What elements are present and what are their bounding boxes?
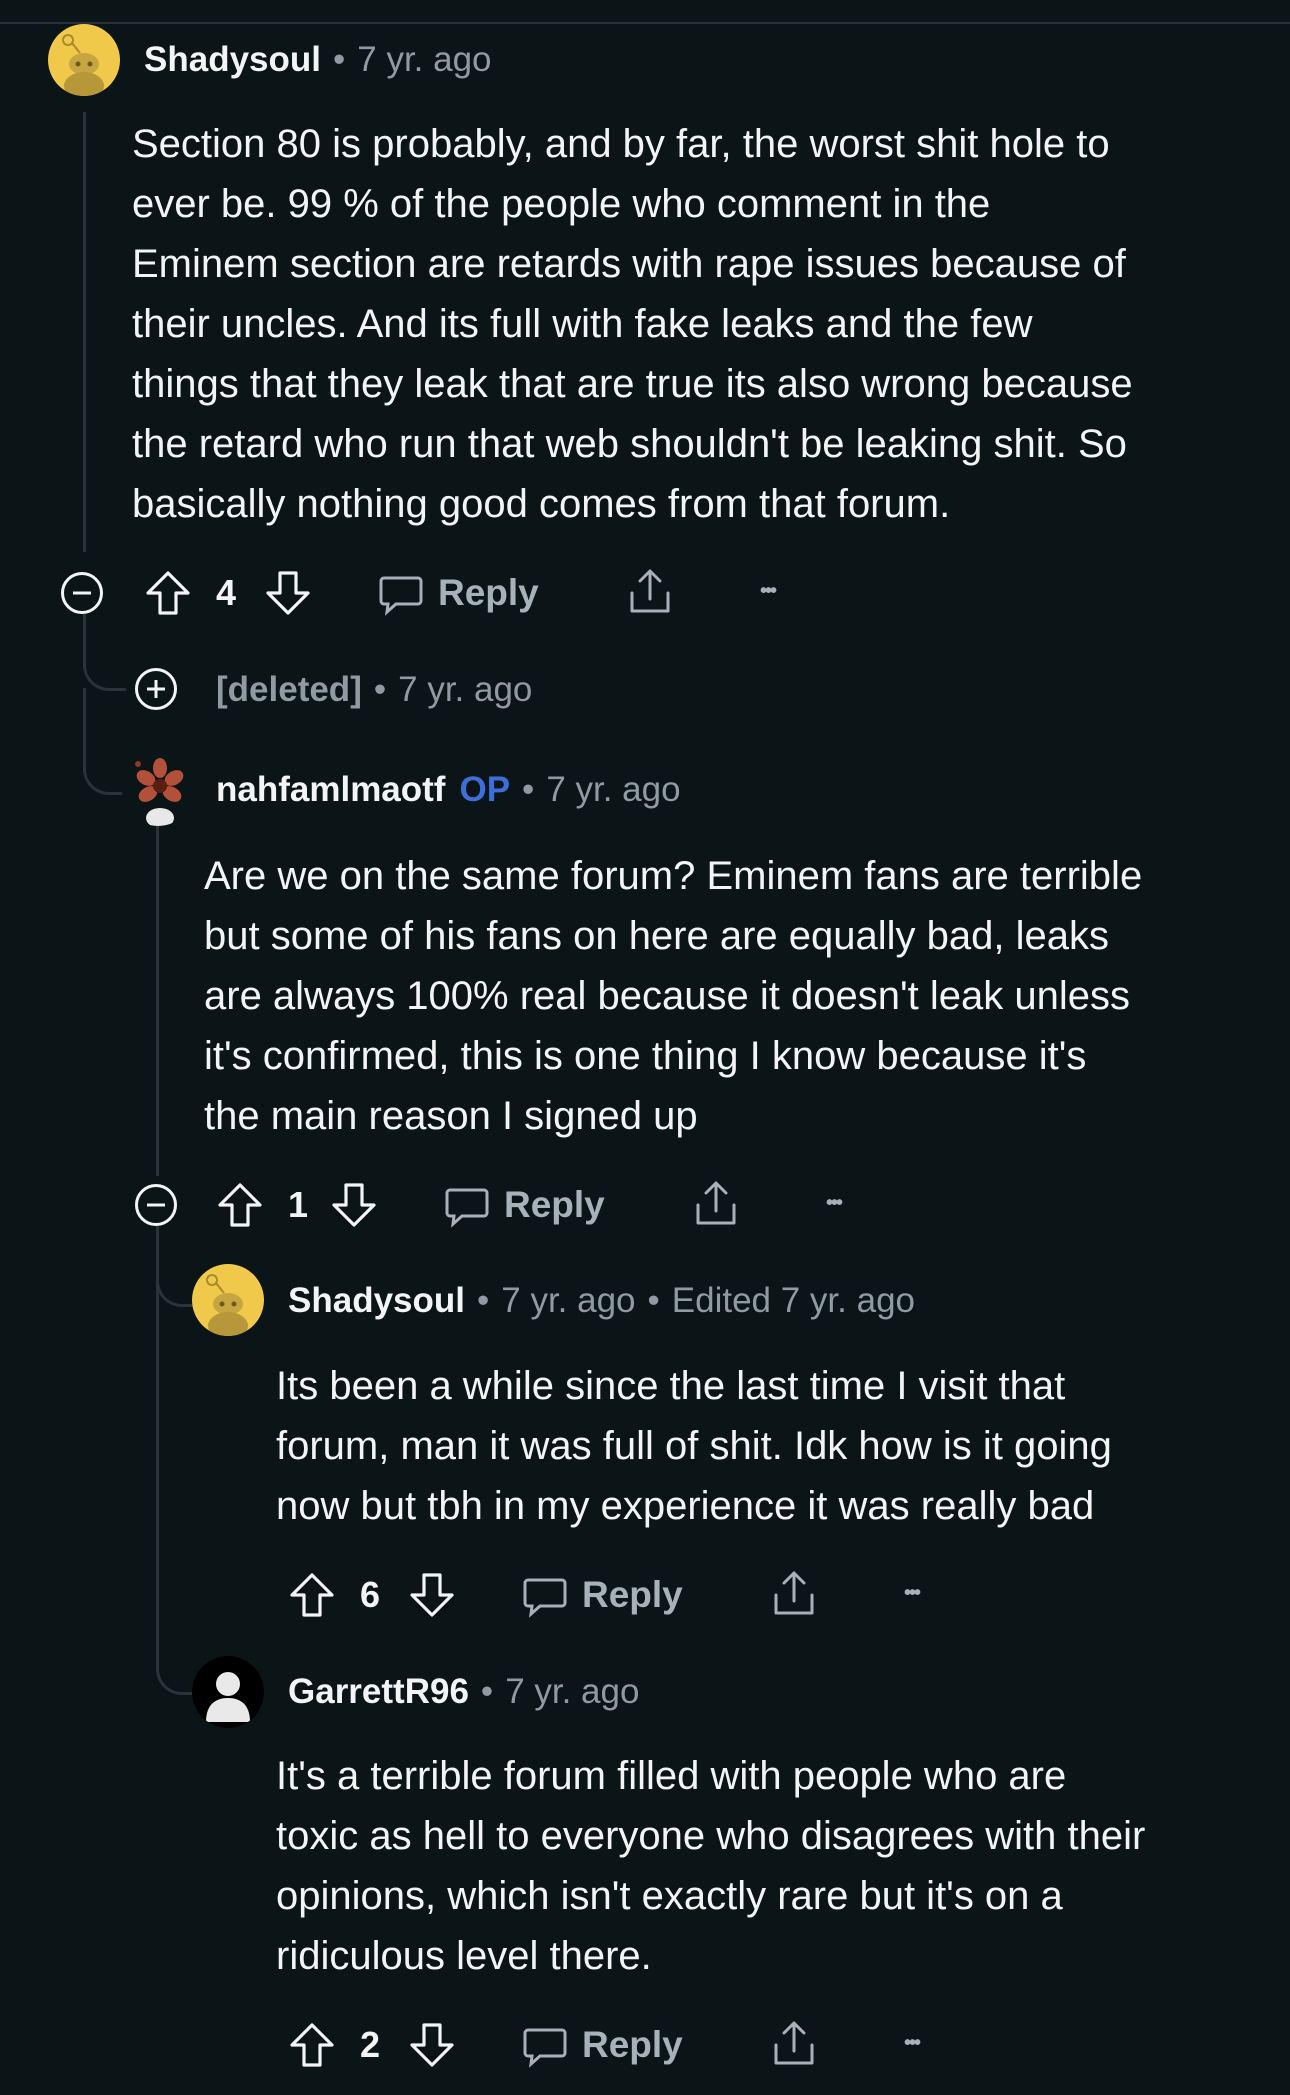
more-options-button[interactable]: ••• bbox=[826, 1173, 843, 1233]
share-button[interactable] bbox=[770, 2019, 818, 2069]
share-button[interactable] bbox=[770, 1569, 818, 1619]
comment-meta: nahfamlmaotf OP • 7 yr. ago bbox=[216, 768, 681, 812]
thread-line-1 bbox=[83, 112, 86, 552]
downvote-button[interactable] bbox=[330, 1181, 378, 1229]
reply-label: Reply bbox=[582, 2024, 683, 2065]
thread-line-2 bbox=[156, 826, 159, 1176]
comment-meta: GarrettR96 • 7 yr. ago bbox=[288, 1670, 639, 1714]
reply-button[interactable]: Reply bbox=[522, 2015, 683, 2075]
separator-dot: • bbox=[332, 40, 346, 79]
upvote-arrow-icon bbox=[290, 2023, 334, 2067]
downvote-arrow-icon bbox=[410, 1573, 454, 1617]
top-divider bbox=[0, 22, 1290, 24]
more-options-button[interactable]: ••• bbox=[760, 561, 777, 621]
vote-count: 1 bbox=[288, 1184, 309, 1225]
upvote-arrow-icon bbox=[218, 1183, 262, 1227]
timestamp[interactable]: 7 yr. ago bbox=[398, 668, 532, 712]
comment-actions: 4 Reply ••• bbox=[0, 563, 1290, 623]
separator-dot: • bbox=[480, 1672, 494, 1711]
demogorgon-avatar-icon bbox=[135, 758, 184, 826]
upvote-button[interactable] bbox=[144, 569, 192, 617]
share-icon bbox=[696, 1181, 736, 1225]
share-icon bbox=[630, 569, 670, 613]
vote-count: 4 bbox=[216, 572, 237, 613]
upvote-button[interactable] bbox=[288, 1571, 336, 1619]
comment-meta: Shadysoul • 7 yr. ago • Edited 7 yr. ago bbox=[288, 1279, 915, 1323]
timestamp[interactable]: 7 yr. ago bbox=[505, 1670, 639, 1714]
op-badge: OP bbox=[459, 770, 511, 809]
edited-timestamp: Edited 7 yr. ago bbox=[671, 1281, 916, 1320]
comment-actions: 6 Reply ••• bbox=[0, 1565, 1290, 1625]
default-user-avatar-icon bbox=[206, 1672, 250, 1722]
comment-body: Are we on the same forum? Eminem fans ar… bbox=[204, 854, 1143, 1138]
share-button[interactable] bbox=[626, 567, 674, 617]
downvote-button[interactable] bbox=[408, 2021, 456, 2069]
reply-label: Reply bbox=[504, 1184, 605, 1225]
avatar[interactable] bbox=[192, 1656, 264, 1728]
separator-dot: • bbox=[373, 670, 387, 709]
reply-label: Reply bbox=[438, 572, 539, 613]
comment-bubble-icon bbox=[445, 1188, 489, 1228]
separator-dot: • bbox=[476, 1281, 490, 1320]
more-options-button[interactable]: ••• bbox=[904, 1563, 921, 1623]
timestamp[interactable]: 7 yr. ago bbox=[546, 768, 680, 812]
comment-body: Section 80 is probably, and by far, the … bbox=[132, 122, 1133, 526]
username[interactable]: nahfamlmaotf bbox=[216, 768, 445, 812]
upvote-arrow-icon bbox=[290, 1573, 334, 1617]
comment-body: Its been a while since the last time I v… bbox=[276, 1364, 1112, 1528]
comment-actions: 2 Reply ••• bbox=[0, 2015, 1290, 2075]
separator-dot: • bbox=[522, 770, 535, 809]
reply-button[interactable]: Reply bbox=[522, 1565, 683, 1625]
upvote-button[interactable] bbox=[216, 1181, 264, 1229]
downvote-button[interactable] bbox=[408, 1571, 456, 1619]
separator-dot: • bbox=[647, 1281, 660, 1320]
downvote-button[interactable] bbox=[264, 569, 312, 617]
timestamp[interactable]: 7 yr. ago bbox=[357, 38, 491, 82]
snoo-avatar-icon bbox=[206, 1274, 248, 1336]
avatar[interactable] bbox=[192, 1264, 264, 1336]
reply-label: Reply bbox=[582, 1574, 683, 1615]
expand-plus-icon bbox=[135, 668, 177, 710]
comment-bubble-icon bbox=[523, 2028, 567, 2068]
reply-button[interactable]: Reply bbox=[378, 563, 539, 623]
avatar[interactable] bbox=[122, 754, 194, 826]
vote-count: 6 bbox=[360, 1574, 381, 1615]
thread-branch-reply-2 bbox=[83, 688, 126, 795]
username[interactable]: GarrettR96 bbox=[288, 1670, 469, 1714]
comment-meta-deleted: [deleted] • 7 yr. ago bbox=[216, 668, 532, 712]
share-icon bbox=[774, 2021, 814, 2065]
comment-meta: Shadysoul • 7 yr. ago bbox=[144, 38, 492, 82]
share-icon bbox=[774, 1571, 814, 1615]
thread-branch-reply-3 bbox=[156, 1226, 195, 1307]
comment-body: It's a terrible forum filled with people… bbox=[276, 1754, 1146, 1978]
comment-actions: 1 Reply ••• bbox=[0, 1175, 1290, 1235]
share-button[interactable] bbox=[692, 1179, 740, 1229]
upvote-button[interactable] bbox=[288, 2021, 336, 2069]
comment-bubble-icon bbox=[379, 576, 423, 616]
reply-button[interactable]: Reply bbox=[444, 1175, 605, 1235]
username-deleted: [deleted] bbox=[216, 670, 362, 709]
more-options-button[interactable]: ••• bbox=[904, 2013, 921, 2073]
comment-bubble-icon bbox=[523, 1578, 567, 1618]
vote-count: 2 bbox=[360, 2024, 381, 2065]
username[interactable]: Shadysoul bbox=[288, 1279, 465, 1323]
downvote-arrow-icon bbox=[410, 2023, 454, 2067]
avatar[interactable] bbox=[48, 24, 120, 96]
snoo-avatar-icon bbox=[62, 34, 104, 96]
downvote-arrow-icon bbox=[266, 571, 310, 615]
downvote-arrow-icon bbox=[332, 1183, 376, 1227]
timestamp[interactable]: 7 yr. ago bbox=[501, 1279, 635, 1323]
username[interactable]: Shadysoul bbox=[144, 38, 321, 82]
upvote-arrow-icon bbox=[146, 571, 190, 615]
expand-button[interactable] bbox=[134, 667, 178, 711]
